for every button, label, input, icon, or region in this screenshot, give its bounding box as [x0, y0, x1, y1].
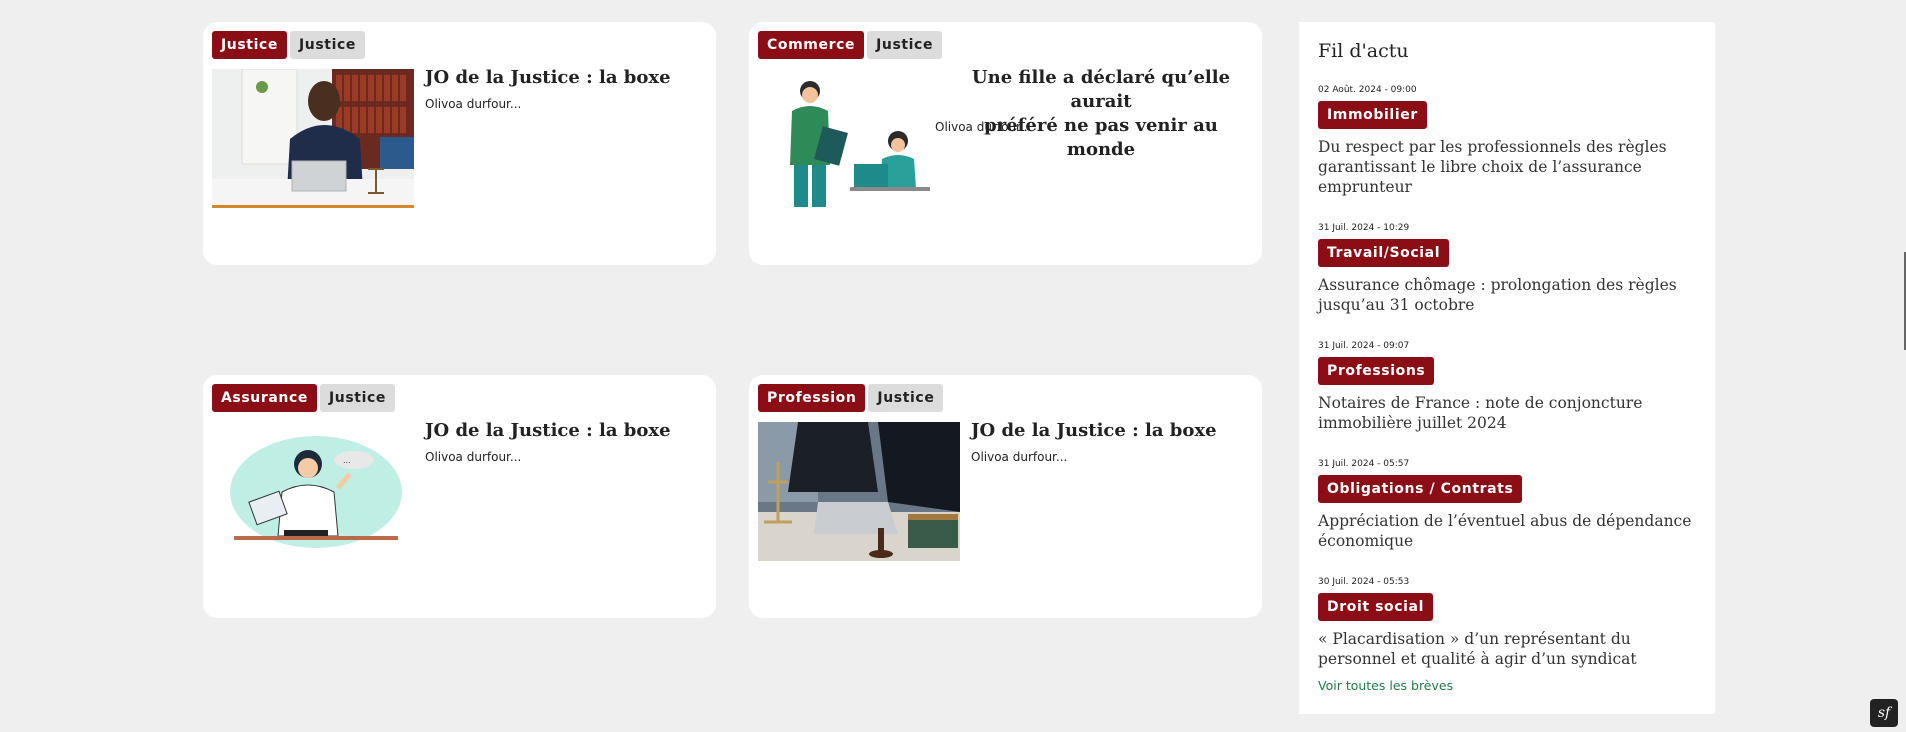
news-category-badge[interactable]: Immobilier: [1318, 101, 1427, 129]
news-headline[interactable]: « Placardisation » d’un représentant du …: [1318, 629, 1703, 669]
news-headline[interactable]: Assurance chômage : prolongation des règ…: [1318, 275, 1703, 315]
section-tag[interactable]: Justice: [319, 384, 395, 412]
news-headline[interactable]: Appréciation de l’éventuel abus de dépen…: [1318, 511, 1703, 551]
news-category-badge[interactable]: Travail/Social: [1318, 239, 1450, 267]
article-image[interactable]: [212, 69, 414, 208]
article-author: Olivoa durfour...: [425, 450, 522, 464]
news-date: 02 Août. 2024 - 09:00: [1318, 85, 1417, 95]
symfony-icon[interactable]: sf: [1870, 699, 1898, 727]
news-item[interactable]: 02 Août. 2024 - 09:00 Immobilier Du resp…: [1318, 83, 1703, 197]
article-title[interactable]: JO de la Justice : la boxe: [425, 66, 671, 90]
news-item[interactable]: 30 Juil. 2024 - 05:53 Droit social « Pla…: [1318, 575, 1703, 669]
article-title[interactable]: Une fille a déclaré qu’elle aurait préfé…: [951, 66, 1251, 162]
news-item[interactable]: 31 Juil. 2024 - 10:29 Travail/Social Ass…: [1318, 221, 1703, 315]
article-card[interactable]: Commerce Justice Une fille a déclaré qu’…: [749, 22, 1262, 265]
article-card[interactable]: Assurance Justice ... JO de la Justice :…: [203, 375, 716, 618]
article-card[interactable]: Profession Justice JO de la Justice : la…: [749, 375, 1262, 618]
page-scrollbar[interactable]: [1902, 0, 1906, 732]
article-image[interactable]: ...: [212, 422, 414, 561]
category-tag[interactable]: Commerce: [758, 31, 865, 59]
section-tag[interactable]: Justice: [290, 31, 365, 59]
news-feed-title: Fil d'actu: [1318, 40, 1409, 62]
news-category-badge[interactable]: Droit social: [1318, 593, 1434, 621]
article-title[interactable]: JO de la Justice : la boxe: [425, 419, 671, 443]
article-image[interactable]: [758, 69, 960, 208]
news-date: 31 Juil. 2024 - 05:57: [1318, 459, 1410, 469]
section-tag[interactable]: Justice: [868, 384, 944, 412]
section-tag[interactable]: Justice: [867, 31, 943, 59]
news-item[interactable]: 31 Juil. 2024 - 05:57 Obligations / Cont…: [1318, 457, 1703, 551]
article-author: Olivoa durfour...: [971, 450, 1068, 464]
news-headline[interactable]: Du respect par les professionnels des rè…: [1318, 137, 1703, 197]
category-tag[interactable]: Justice: [212, 31, 287, 59]
article-image[interactable]: [758, 422, 960, 561]
see-all-link[interactable]: Voir toutes les brèves: [1318, 678, 1453, 693]
category-tag[interactable]: Assurance: [212, 384, 317, 412]
news-category-badge[interactable]: Obligations / Contrats: [1318, 475, 1523, 503]
category-tag[interactable]: Profession: [758, 384, 866, 412]
article-author: Olivoa durfour...: [935, 120, 1032, 134]
article-title-line: Une fille a déclaré qu’elle aurait: [971, 67, 1231, 112]
news-headline[interactable]: Notaires de France : note de conjoncture…: [1318, 393, 1703, 433]
svg-text:...: ...: [343, 456, 351, 465]
article-card[interactable]: Justice Justice JO de la Justice : la bo…: [203, 22, 716, 265]
article-title[interactable]: JO de la Justice : la boxe: [971, 419, 1217, 443]
news-item[interactable]: 31 Juil. 2024 - 09:07 Professions Notair…: [1318, 339, 1703, 433]
news-feed: Fil d'actu 02 Août. 2024 - 09:00 Immobil…: [1299, 22, 1715, 714]
news-date: 31 Juil. 2024 - 10:29: [1318, 223, 1410, 233]
news-date: 31 Juil. 2024 - 09:07: [1318, 341, 1410, 351]
news-date: 30 Juil. 2024 - 05:53: [1318, 577, 1410, 587]
news-category-badge[interactable]: Professions: [1318, 357, 1435, 385]
article-author: Olivoa durfour...: [425, 97, 522, 111]
